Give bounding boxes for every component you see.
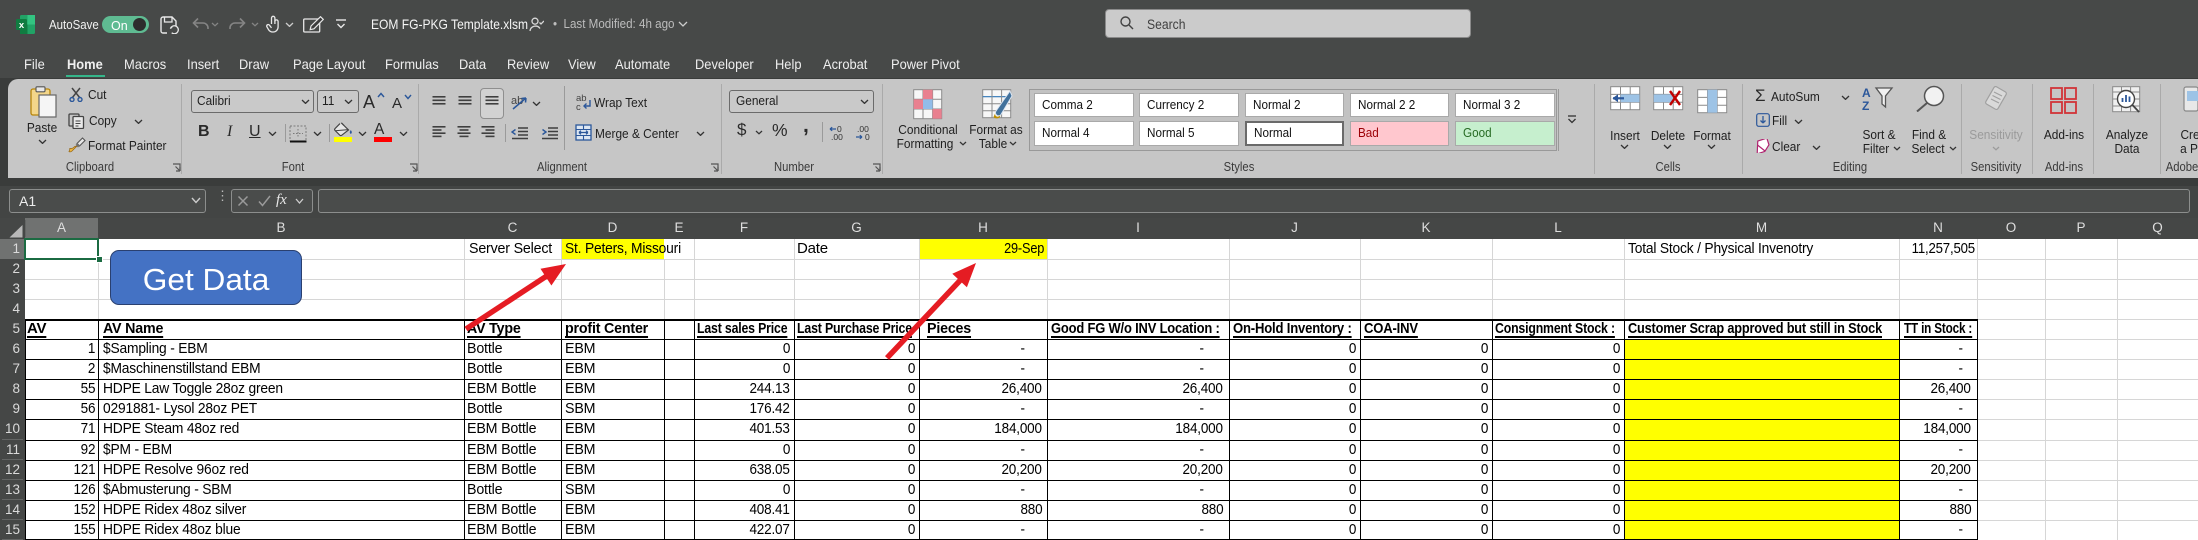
svg-text:.00: .00 xyxy=(831,132,843,141)
svg-text:A: A xyxy=(1862,86,1871,100)
svg-text:Z: Z xyxy=(1862,99,1869,111)
svg-text:c: c xyxy=(576,102,581,112)
svg-text:0: 0 xyxy=(865,132,870,141)
svg-text:x: x xyxy=(19,20,25,31)
